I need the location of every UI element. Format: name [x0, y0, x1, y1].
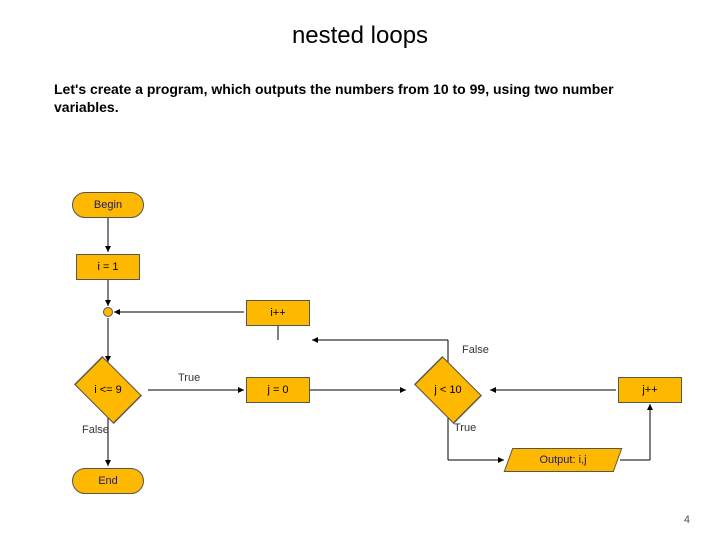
edge-label-false-2: False	[462, 344, 489, 356]
decision-i-label: i <= 9	[94, 384, 122, 396]
process-init-i: i = 1	[76, 254, 140, 280]
edge-label-true-1: True	[178, 372, 200, 384]
decision-i-le-9: i <= 9	[66, 362, 150, 418]
terminator-end: End	[72, 468, 144, 494]
page-number: 4	[684, 514, 690, 526]
process-inc-i: i++	[246, 300, 310, 326]
flowchart-canvas: Begin i = 1 i++ i <= 9 j = 0 j < 10 j++ …	[0, 0, 720, 540]
decision-j-lt-10: j < 10	[406, 362, 490, 418]
junction-dot	[103, 307, 113, 317]
decision-j-label: j < 10	[434, 384, 461, 396]
edge-label-false-1: False	[82, 424, 109, 436]
edge-label-true-2: True	[454, 422, 476, 434]
terminator-begin: Begin	[72, 192, 144, 218]
process-init-j: j = 0	[246, 377, 310, 403]
process-inc-j: j++	[618, 377, 682, 403]
io-output: Output: i,j	[504, 448, 623, 472]
io-output-label: Output: i,j	[509, 449, 617, 471]
